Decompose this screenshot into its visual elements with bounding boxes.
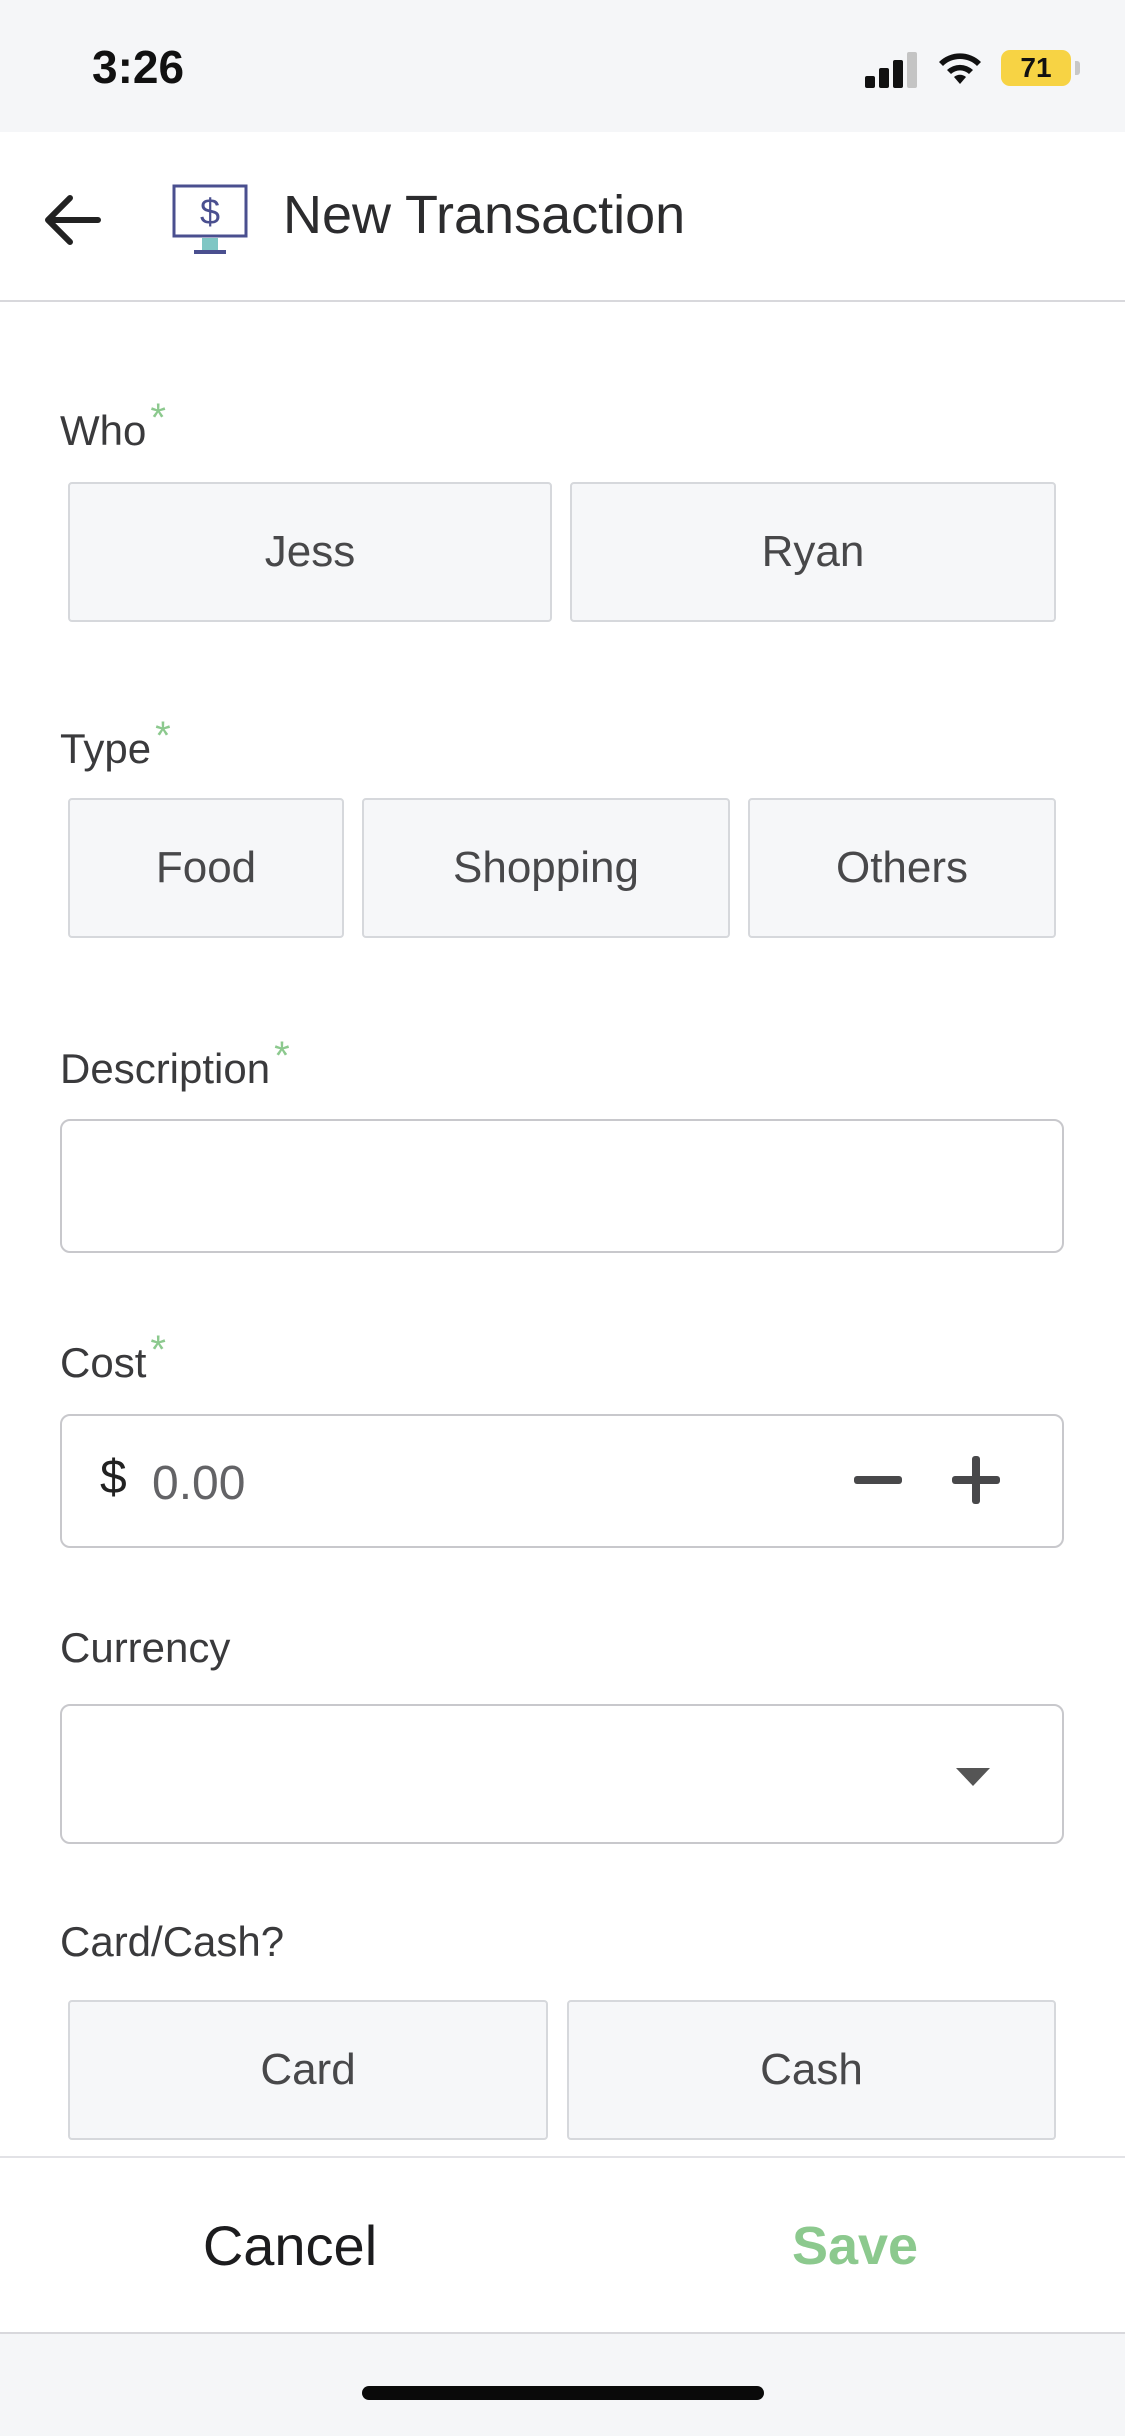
payment-label: Card/Cash?: [60, 1918, 284, 1966]
currency-select[interactable]: [60, 1704, 1064, 1844]
currency-label-text: Currency: [60, 1624, 231, 1671]
svg-text:$: $: [200, 191, 220, 232]
who-label: Who *: [60, 396, 166, 455]
increment-icon[interactable]: [946, 1450, 1006, 1510]
type-option-others[interactable]: Others: [748, 798, 1056, 938]
type-option-food[interactable]: Food: [68, 798, 344, 938]
required-asterisk: *: [274, 1034, 290, 1078]
status-bar: 3:26 71: [0, 0, 1125, 132]
who-option-jess[interactable]: Jess: [68, 482, 552, 622]
home-indicator-area: [0, 2334, 1125, 2436]
who-label-text: Who: [60, 407, 147, 454]
payment-option-cash[interactable]: Cash: [567, 2000, 1056, 2140]
save-button[interactable]: Save: [560, 2158, 1125, 2334]
required-asterisk: *: [150, 1328, 166, 1372]
action-footer: Cancel Save: [0, 2156, 1125, 2334]
wifi-icon: [939, 53, 981, 84]
cellular-signal-icon: [865, 52, 919, 88]
who-option-ryan[interactable]: Ryan: [570, 482, 1056, 622]
cancel-button[interactable]: Cancel: [0, 2158, 580, 2334]
description-label: Description *: [60, 1034, 290, 1093]
currency-label: Currency: [60, 1624, 230, 1672]
required-asterisk: *: [150, 396, 166, 440]
battery-icon: 71: [1001, 50, 1080, 86]
page-title: New Transaction: [283, 185, 686, 245]
description-field: [60, 1119, 1064, 1253]
decrement-icon[interactable]: [848, 1450, 908, 1510]
cost-field: $: [60, 1414, 1064, 1548]
back-arrow-icon[interactable]: [36, 182, 112, 258]
type-option-shopping[interactable]: Shopping: [362, 798, 730, 938]
cost-label-text: Cost: [60, 1339, 147, 1386]
currency-symbol: $: [100, 1451, 127, 1504]
home-indicator[interactable]: [362, 2386, 764, 2400]
description-label-text: Description: [60, 1045, 271, 1092]
payment-option-card[interactable]: Card: [68, 2000, 548, 2140]
status-time: 3:26: [92, 41, 185, 93]
dropdown-arrow-icon: [956, 1768, 990, 1786]
type-label: Type *: [60, 714, 171, 773]
description-input[interactable]: [62, 1121, 1062, 1251]
app-header: $ New Transaction: [0, 132, 1125, 302]
cost-label: Cost *: [60, 1328, 166, 1387]
monitor-dollar-icon: $: [172, 184, 248, 254]
cost-input[interactable]: [152, 1438, 752, 1528]
type-label-text: Type: [60, 725, 152, 772]
payment-label-text: Card/Cash?: [60, 1918, 285, 1965]
required-asterisk: *: [155, 714, 171, 758]
